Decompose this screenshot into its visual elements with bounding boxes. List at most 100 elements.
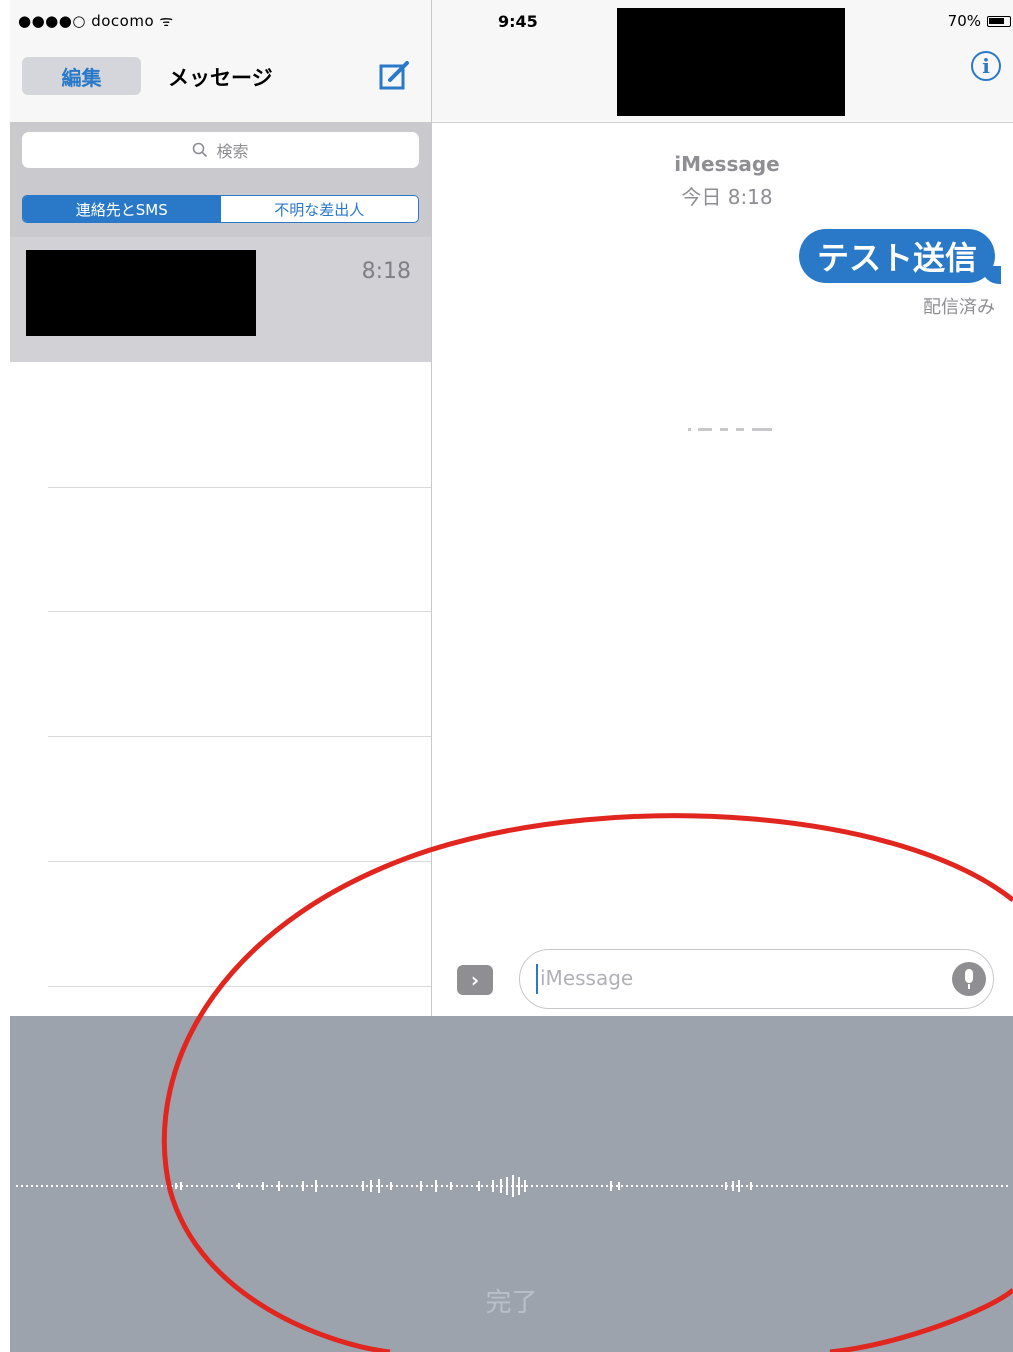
search-icon: [193, 142, 208, 158]
clock: 9:45: [498, 12, 538, 31]
waveform-bar: [732, 1181, 734, 1191]
list-separator: [48, 736, 431, 737]
waveform-bar: [180, 1182, 182, 1190]
waveform-bar: [378, 1179, 380, 1193]
waveform-dot: [626, 1185, 628, 1187]
waveform-dot: [51, 1185, 53, 1187]
waveform-dot: [836, 1185, 838, 1187]
chevron-right-icon[interactable]: ›: [457, 965, 493, 995]
waveform-dot: [831, 1185, 833, 1187]
waveform-dot: [136, 1185, 138, 1187]
segment-unknown-senders[interactable]: 不明な差出人: [221, 196, 419, 222]
conversation-list-panel: ●●●●○ docomo ᯤ 編集 メッセージ 検索 連絡先とSMS 不明な差出…: [10, 0, 431, 1016]
waveform-dot: [761, 1185, 763, 1187]
waveform-dot: [271, 1185, 273, 1187]
list-header: ●●●●○ docomo ᯤ 編集 メッセージ: [10, 0, 431, 123]
edit-button[interactable]: 編集: [22, 57, 141, 95]
waveform-bar: [524, 1180, 526, 1192]
search-placeholder: 検索: [216, 142, 249, 161]
filter-segmented-control: 連絡先とSMS 不明な差出人: [22, 195, 419, 223]
waveform-dot: [616, 1185, 618, 1187]
waveform-dot: [111, 1185, 113, 1187]
waveform-dot: [296, 1185, 298, 1187]
waveform-dot: [46, 1185, 48, 1187]
waveform-dot: [246, 1185, 248, 1187]
waveform-dot: [186, 1185, 188, 1187]
waveform-dot: [486, 1185, 488, 1187]
waveform-dot: [966, 1185, 968, 1187]
waveform-dot: [896, 1185, 898, 1187]
waveform-dot: [646, 1185, 648, 1187]
waveform-dot: [446, 1185, 448, 1187]
search-input[interactable]: 検索: [22, 132, 419, 168]
waveform-dot: [231, 1185, 233, 1187]
carrier-status: ●●●●○ docomo ᯤ: [18, 12, 174, 30]
waveform-dot: [311, 1185, 313, 1187]
waveform-dot: [141, 1185, 143, 1187]
waveform-dot: [981, 1185, 983, 1187]
waveform-dot: [456, 1185, 458, 1187]
waveform-dot: [481, 1185, 483, 1187]
waveform-dot: [746, 1185, 748, 1187]
waveform-dot: [556, 1185, 558, 1187]
waveform-dot: [1006, 1185, 1008, 1187]
waveform-dot: [531, 1185, 533, 1187]
waveform-dot: [191, 1185, 193, 1187]
waveform-bar: [315, 1180, 317, 1192]
waveform-dot: [396, 1185, 398, 1187]
done-button[interactable]: 完了: [10, 1282, 1013, 1319]
waveform-bar: [512, 1175, 514, 1197]
waveform-dot: [96, 1185, 98, 1187]
waveform-dot: [996, 1185, 998, 1187]
waveform-dot: [26, 1185, 28, 1187]
waveform-dot: [546, 1185, 548, 1187]
waveform-bar: [618, 1182, 620, 1190]
waveform-dot: [811, 1185, 813, 1187]
waveform-bar: [518, 1177, 520, 1195]
waveform-dot: [266, 1185, 268, 1187]
waveform-dot: [466, 1185, 468, 1187]
info-icon[interactable]: i: [971, 51, 1001, 81]
text-cursor: [536, 964, 538, 994]
battery-icon: [987, 15, 1011, 27]
waveform-dot: [241, 1185, 243, 1187]
waveform-bar: [175, 1183, 177, 1189]
waveform-dot: [61, 1185, 63, 1187]
waveform-dot: [541, 1185, 543, 1187]
waveform-dot: [926, 1185, 928, 1187]
compose-icon[interactable]: [378, 59, 412, 93]
message-input[interactable]: iMessage: [519, 949, 994, 1009]
waveform-dot: [956, 1185, 958, 1187]
waveform-dot: [536, 1185, 538, 1187]
waveform-dot: [756, 1185, 758, 1187]
waveform: [16, 1175, 1008, 1197]
waveform-dot: [221, 1185, 223, 1187]
waveform-dot: [576, 1185, 578, 1187]
waveform-dot: [711, 1185, 713, 1187]
waveform-dot: [621, 1185, 623, 1187]
waveform-dot: [641, 1185, 643, 1187]
faint-marks: [688, 428, 772, 431]
microphone-icon[interactable]: [952, 962, 986, 996]
waveform-dot: [251, 1185, 253, 1187]
sent-message-bubble[interactable]: テスト送信: [798, 229, 995, 283]
waveform-dot: [406, 1185, 408, 1187]
waveform-dot: [376, 1185, 378, 1187]
waveform-dot: [766, 1185, 768, 1187]
waveform-dot: [571, 1185, 573, 1187]
waveform-dot: [666, 1185, 668, 1187]
waveform-dot: [701, 1185, 703, 1187]
waveform-dot: [596, 1185, 598, 1187]
waveform-dot: [166, 1185, 168, 1187]
waveform-dot: [291, 1185, 293, 1187]
waveform-dot: [781, 1185, 783, 1187]
conversation-time: 8:18: [361, 259, 411, 284]
waveform-dot: [131, 1185, 133, 1187]
waveform-bar: [420, 1181, 422, 1191]
waveform-bar: [725, 1182, 727, 1190]
waveform-dot: [106, 1185, 108, 1187]
conversation-row[interactable]: 8:18: [10, 237, 431, 362]
redacted-recipient: [617, 8, 845, 116]
waveform-dot: [946, 1185, 948, 1187]
segment-contacts-sms[interactable]: 連絡先とSMS: [23, 196, 221, 222]
